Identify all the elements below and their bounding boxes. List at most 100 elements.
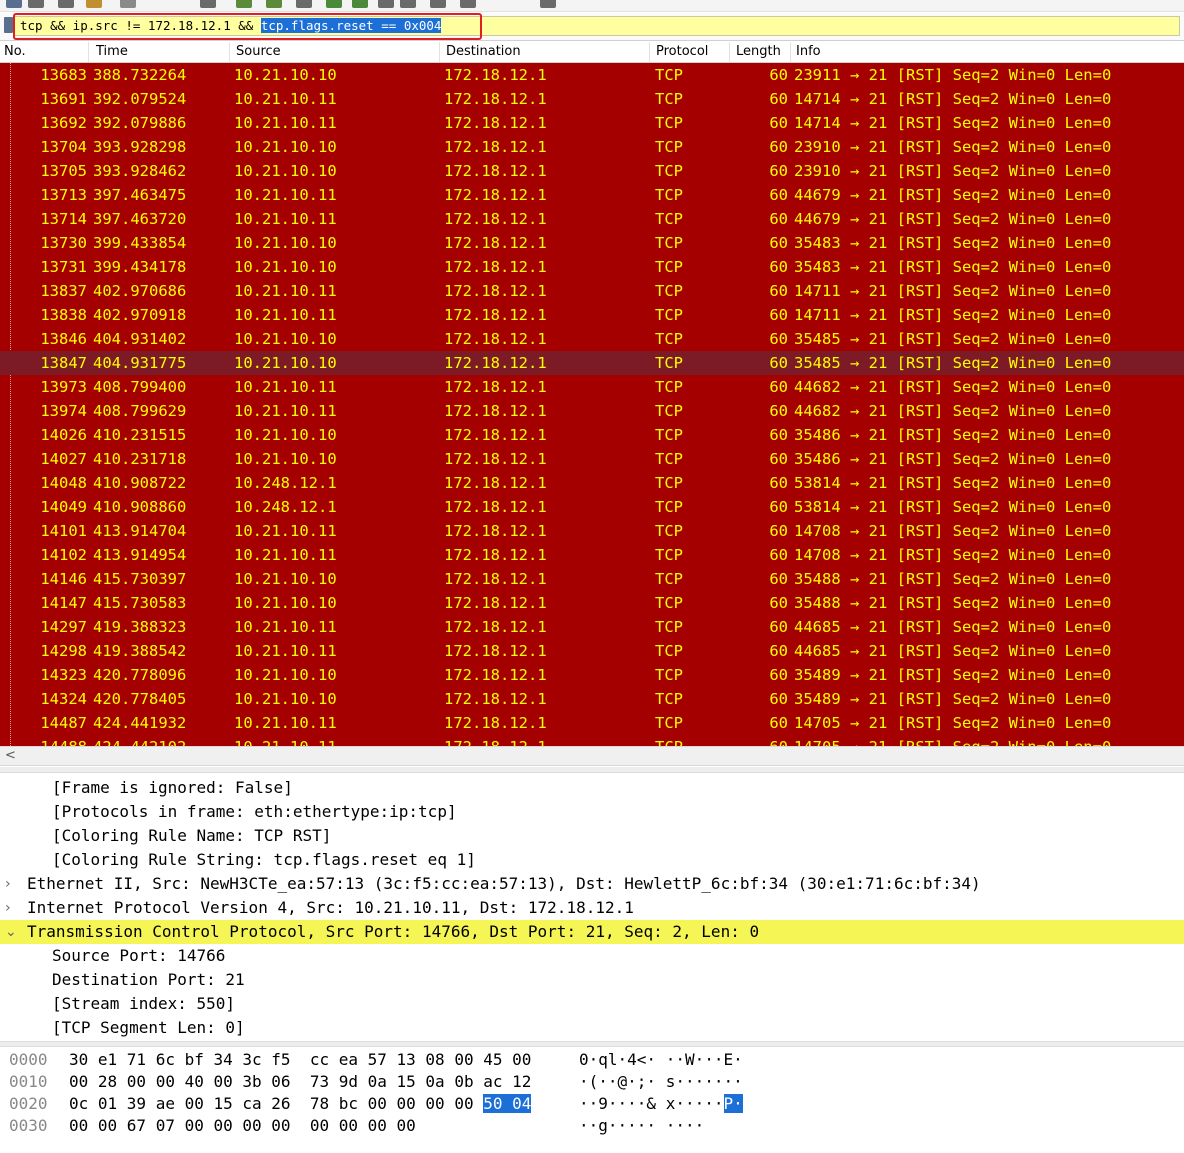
detail-row[interactable]: [Coloring Rule Name: TCP RST]	[0, 824, 1184, 848]
open-icon[interactable]	[6, 0, 22, 8]
hex-ascii[interactable]: ··g····· ····	[579, 1115, 704, 1137]
zoom-in-icon[interactable]	[400, 0, 416, 8]
bookmark-icon[interactable]	[4, 17, 13, 33]
packet-row[interactable]: 14101 413.914704 10.21.10.11 172.18.12.1 TCP…	[0, 519, 1184, 543]
packet-row[interactable]: 13731 399.434178 10.21.10.10 172.18.12.1 TCP…	[0, 255, 1184, 279]
packet-row[interactable]: 14048 410.908722 10.248.12.1 172.18.12.1 TCP…	[0, 471, 1184, 495]
packet-row[interactable]: 13692 392.079886 10.21.10.11 172.18.12.1 TCP…	[0, 111, 1184, 135]
hex-ascii-text: ··g····· ····	[579, 1116, 705, 1135]
column-header-no[interactable]: No.	[4, 44, 26, 59]
detail-row[interactable]: [Stream index: 550]	[0, 992, 1184, 1016]
detail-row[interactable]: [Protocols in frame: eth:ethertype:ip:tc…	[0, 800, 1184, 824]
hex-bytes[interactable]: 0c 01 39 ae 00 15 ca 26 78 bc 00 00 00 0…	[69, 1093, 532, 1115]
colorize-icon[interactable]	[378, 0, 394, 8]
hex-bytes-text: 0c 01 39 ae 00 15 ca 26 78 bc 00 00 00 0…	[69, 1094, 484, 1113]
hex-bytes[interactable]: 30 e1 71 6c bf 34 3c f5 cc ea 57 13 08 0…	[69, 1049, 531, 1071]
packet-row[interactable]: 13838 402.970918 10.21.10.11 172.18.12.1 TCP…	[0, 303, 1184, 327]
packet-row[interactable]: 14026 410.231515 10.21.10.10 172.18.12.1 TCP…	[0, 423, 1184, 447]
detail-row[interactable]: › Ethernet II, Src: NewH3CTe_ea:57:13 (3c…	[0, 872, 1184, 896]
column-divider[interactable]	[649, 42, 650, 62]
detail-row[interactable]: Destination Port: 21	[0, 968, 1184, 992]
normal-size-icon[interactable]	[460, 0, 476, 8]
packet-length: 60	[769, 90, 788, 108]
hex-bytes[interactable]: 00 28 00 00 40 00 3b 06 73 9d 0a 15 0a 0…	[69, 1071, 531, 1093]
column-header-source[interactable]: Source	[236, 44, 281, 59]
detail-row[interactable]: › Internet Protocol Version 4, Src: 10.21…	[0, 896, 1184, 920]
packet-row[interactable]: 13974 408.799629 10.21.10.11 172.18.12.1 TCP…	[0, 399, 1184, 423]
zoom-out-icon[interactable]	[430, 0, 446, 8]
column-header-length[interactable]: Length	[736, 44, 781, 59]
packet-row[interactable]: 13704 393.928298 10.21.10.10 172.18.12.1 TCP…	[0, 135, 1184, 159]
packet-row[interactable]: 13683 388.732264 10.21.10.10 172.18.12.1 TCP…	[0, 63, 1184, 87]
close-icon[interactable]	[58, 0, 74, 8]
packet-row[interactable]: 13973 408.799400 10.21.10.11 172.18.12.1 TCP…	[0, 375, 1184, 399]
column-divider[interactable]	[729, 42, 730, 62]
pane-splitter[interactable]	[0, 767, 1184, 773]
packet-list[interactable]: 13683 388.732264 10.21.10.10 172.18.12.1 TCP…	[0, 63, 1184, 746]
packet-row[interactable]: 14102 413.914954 10.21.10.11 172.18.12.1 TCP…	[0, 543, 1184, 567]
goto-icon[interactable]	[266, 0, 282, 8]
packet-bytes-pane[interactable]: 0000 30 e1 71 6c bf 34 3c f5 cc ea 57 13 …	[0, 1048, 1184, 1153]
packet-time: 410.908722	[93, 474, 187, 492]
packet-row[interactable]: 13730 399.433854 10.21.10.10 172.18.12.1 TCP…	[0, 231, 1184, 255]
packet-row[interactable]: 14027 410.231718 10.21.10.10 172.18.12.1 TCP…	[0, 447, 1184, 471]
detail-row[interactable]: Source Port: 14766	[0, 944, 1184, 968]
packet-list-scrollbar[interactable]: <	[0, 746, 1184, 766]
find-icon[interactable]	[120, 0, 136, 8]
packet-row[interactable]: 13837 402.970686 10.21.10.11 172.18.12.1 TCP…	[0, 279, 1184, 303]
save-icon[interactable]	[28, 0, 44, 8]
packet-row[interactable]: 13846 404.931402 10.21.10.10 172.18.12.1 TCP…	[0, 327, 1184, 351]
packet-length: 60	[769, 234, 788, 252]
detail-row[interactable]: [TCP Segment Len: 0]	[0, 1016, 1184, 1040]
detail-row[interactable]: [Coloring Rule String: tcp.flags.reset e…	[0, 848, 1184, 872]
packet-length: 60	[769, 186, 788, 204]
hex-bytes[interactable]: 00 00 67 07 00 00 00 00 00 00 00 00	[69, 1115, 416, 1137]
scroll-left-icon[interactable]: <	[5, 748, 16, 763]
packet-row[interactable]: 14324 420.778405 10.21.10.10 172.18.12.1 TCP…	[0, 687, 1184, 711]
reload-icon[interactable]	[86, 0, 102, 8]
column-header-destination[interactable]: Destination	[446, 44, 521, 59]
autoscroll-icon[interactable]	[352, 0, 368, 8]
packet-details-pane[interactable]: [Frame is ignored: False] [Protocols in f…	[0, 774, 1184, 1040]
packet-row[interactable]: 13691 392.079524 10.21.10.11 172.18.12.1 TCP…	[0, 87, 1184, 111]
packet-row[interactable]: 14298 419.388542 10.21.10.11 172.18.12.1 TCP…	[0, 639, 1184, 663]
packet-row[interactable]: 13705 393.928462 10.21.10.10 172.18.12.1 TCP…	[0, 159, 1184, 183]
packet-row[interactable]: 14487 424.441932 10.21.10.11 172.18.12.1 TCP…	[0, 711, 1184, 735]
hex-row[interactable]: 0020 0c 01 39 ae 00 15 ca 26 78 bc 00 00 …	[0, 1093, 1184, 1115]
detail-row[interactable]: ⌄ Transmission Control Protocol, Src Port…	[0, 920, 1184, 944]
column-divider[interactable]	[88, 42, 89, 62]
hex-row[interactable]: 0030 00 00 67 07 00 00 00 00 00 00 00 00 ·…	[0, 1115, 1184, 1137]
hex-ascii[interactable]: ·(··@·;· s·······	[579, 1071, 743, 1093]
packet-row[interactable]: 14297 419.388323 10.21.10.11 172.18.12.1 TCP…	[0, 615, 1184, 639]
packet-row[interactable]: 13713 397.463475 10.21.10.11 172.18.12.1 TCP…	[0, 183, 1184, 207]
packet-row[interactable]: 14146 415.730397 10.21.10.10 172.18.12.1 TCP…	[0, 567, 1184, 591]
packet-row[interactable]: 14488 424.442102 10.21.10.11 172.18.12.1 TCP…	[0, 735, 1184, 746]
column-header-time[interactable]: Time	[96, 44, 128, 59]
column-divider[interactable]	[229, 42, 230, 62]
packet-row[interactable]: 13847 404.931775 10.21.10.10 172.18.12.1 TCP…	[0, 351, 1184, 375]
packet-length: 60	[769, 522, 788, 540]
detail-row[interactable]: [Frame is ignored: False]	[0, 776, 1184, 800]
first-icon[interactable]	[296, 0, 312, 8]
hex-row[interactable]: 0010 00 28 00 00 40 00 3b 06 73 9d 0a 15 …	[0, 1071, 1184, 1093]
column-divider[interactable]	[790, 42, 791, 62]
column-divider[interactable]	[439, 42, 440, 62]
packet-row[interactable]: 14049 410.908860 10.248.12.1 172.18.12.1 TCP…	[0, 495, 1184, 519]
chevron-right-icon[interactable]: ›	[5, 872, 19, 896]
back-icon[interactable]	[200, 0, 216, 8]
column-header-info[interactable]: Info	[796, 44, 821, 59]
packet-row[interactable]: 14147 415.730583 10.21.10.10 172.18.12.1 TCP…	[0, 591, 1184, 615]
forward-icon[interactable]	[236, 0, 252, 8]
packet-info: 35488 → 21 [RST] Seq=2 Win=0 Len=0	[794, 594, 1112, 612]
chevron-right-icon[interactable]: ›	[5, 896, 19, 920]
hex-ascii[interactable]: ··9····& x·····P·	[579, 1093, 743, 1115]
chevron-down-icon[interactable]: ⌄	[5, 920, 19, 944]
packet-row[interactable]: 13714 397.463720 10.21.10.11 172.18.12.1 TCP…	[0, 207, 1184, 231]
hex-ascii[interactable]: 0·ql·4<· ··W···E·	[579, 1049, 743, 1071]
pane-splitter[interactable]	[0, 1041, 1184, 1047]
packet-row[interactable]: 14323 420.778096 10.21.10.10 172.18.12.1 TCP…	[0, 663, 1184, 687]
column-header-protocol[interactable]: Protocol	[656, 44, 708, 59]
hex-row[interactable]: 0000 30 e1 71 6c bf 34 3c f5 cc ea 57 13 …	[0, 1049, 1184, 1071]
resize-columns-icon[interactable]	[540, 0, 556, 8]
last-icon[interactable]	[326, 0, 342, 8]
